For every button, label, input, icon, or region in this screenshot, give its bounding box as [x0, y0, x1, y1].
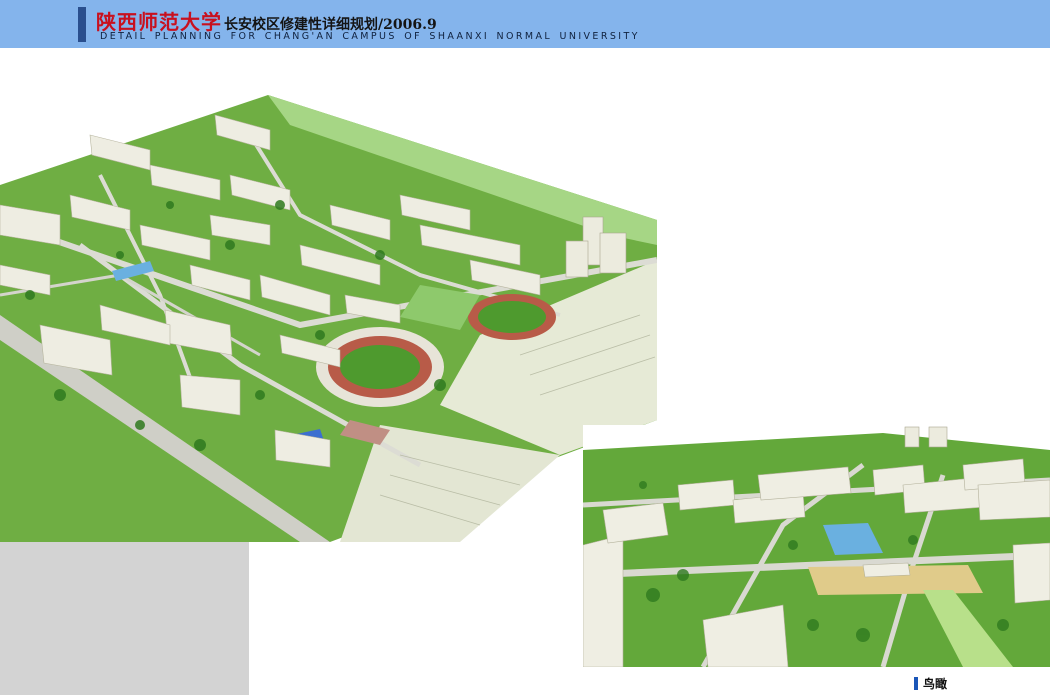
campus-aerial-inset	[583, 425, 1050, 667]
header-accent-bar	[78, 7, 86, 42]
caption-text: 鸟瞰	[923, 676, 948, 691]
campus-aerial-inset-image	[583, 425, 1050, 667]
campus-aerial-image	[0, 95, 657, 542]
campus-aerial-render	[0, 95, 657, 542]
header-subtitle-english: DETAIL PLANNING FOR CHANG'AN CAMPUS OF S…	[100, 31, 640, 42]
caption-marker	[914, 676, 918, 690]
header-banner: 陕西师范大学 长安校区修建性详细规划/2006.9 DETAIL PLANNING…	[0, 0, 1050, 48]
gray-placeholder-block	[0, 542, 249, 695]
inset-caption: 鸟瞰	[914, 676, 948, 691]
